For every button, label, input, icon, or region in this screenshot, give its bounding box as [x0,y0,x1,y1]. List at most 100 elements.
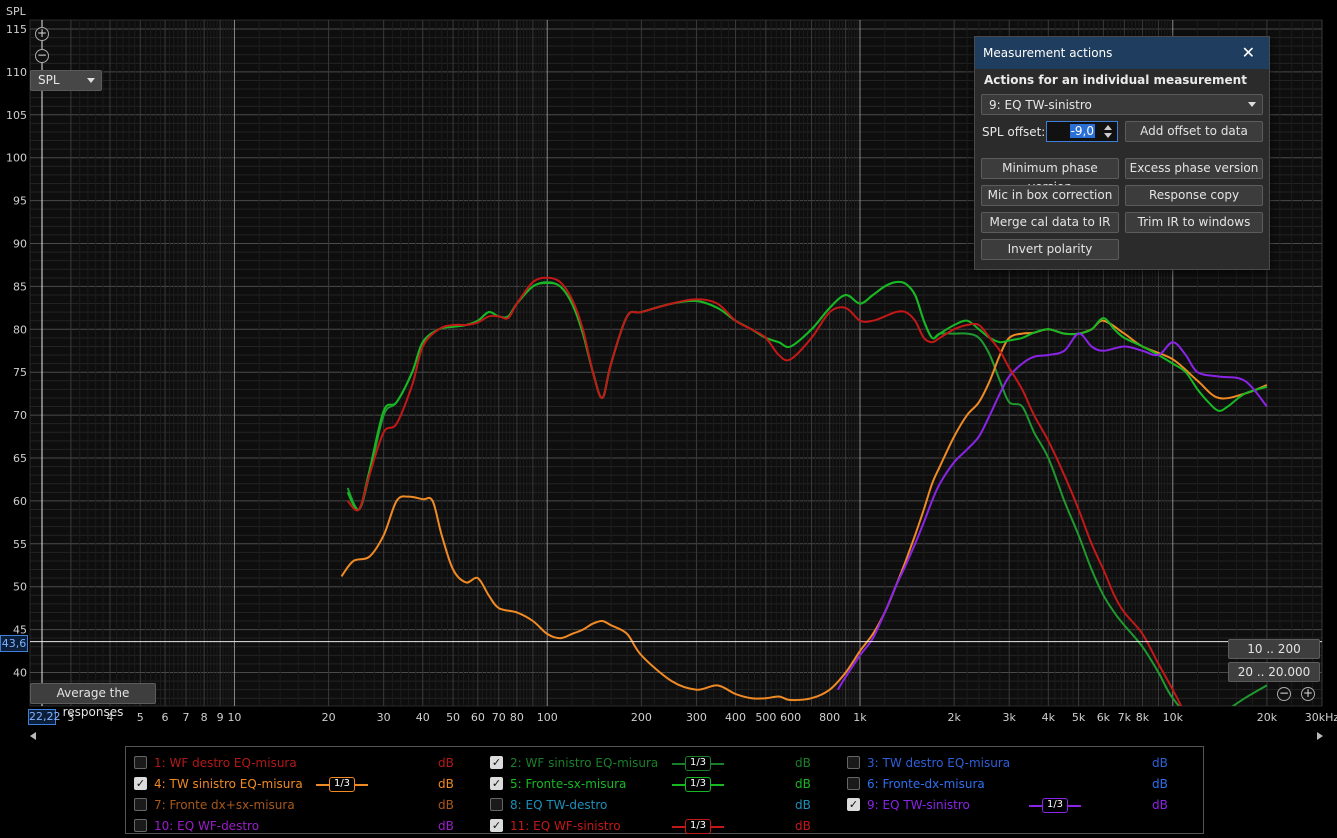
spl-offset-value: -9,0 [1069,124,1095,138]
checkbox[interactable]: ✓ [134,777,147,790]
checkbox[interactable] [847,777,860,790]
y-tick-label: 60 [13,495,27,508]
x-tick-label: 10k [1163,711,1184,724]
smoothing-indicator[interactable]: 1/3 [672,819,724,834]
close-icon[interactable]: ✕ [1242,43,1255,62]
checkbox[interactable] [490,798,503,811]
merge-cal-button[interactable]: Merge cal data to IR [981,212,1119,233]
spl-select[interactable]: SPL [30,70,102,91]
checkbox[interactable]: ✓ [490,756,503,769]
legend-label: 3: TW destro EQ-misura [867,756,1011,770]
unit-label: dB [438,798,454,812]
zoom-out-x-icon[interactable]: − [1277,687,1291,701]
spin-up-icon[interactable] [1104,125,1112,130]
zoom-in-icon[interactable]: + [35,27,49,41]
y-tick-labels: 115110105100959085807570656055504540 [6,23,27,680]
range-20-20000-button[interactable]: 20 .. 20.000 [1228,662,1320,682]
smoothing-indicator[interactable]: 1/3 [672,756,724,771]
legend-label: 8: EQ TW-destro [510,798,608,812]
x-tick-label: 500 [755,711,776,724]
x-tick-label: 5k [1072,711,1086,724]
unit-label: dB [795,798,811,812]
legend-label: 11: EQ WF-sinistro [510,819,621,833]
y-tick-label: 55 [13,538,27,551]
x-tick-label: 7 [182,711,189,724]
panel-titlebar[interactable]: Measurement actions ✕ [975,37,1269,69]
add-offset-button[interactable]: Add offset to data [1125,121,1263,142]
spin-buttons[interactable] [1102,123,1114,140]
measurement-select[interactable]: 9: EQ TW-sinistro [981,94,1263,115]
x-tick-label: 50 [446,711,460,724]
y-tick-label: 100 [6,152,27,165]
unit-label: dB [1152,777,1168,791]
legend-label: 9: EQ TW-sinistro [867,798,970,812]
x-tick-label: 600 [780,711,801,724]
unit-label: dB [795,756,811,770]
y-tick-label: 110 [6,66,27,79]
legend-label: 4: TW sinistro EQ-misura [154,777,303,791]
x-tick-label: 10 [227,711,241,724]
invert-polarity-button[interactable]: Invert polarity [981,239,1119,260]
trim-ir-button[interactable]: Trim IR to windows [1125,212,1263,233]
scroll-right-icon[interactable] [1317,732,1323,740]
unit-label: dB [1152,798,1168,812]
smoothing-label: 1/3 [329,777,355,792]
unit-label: dB [438,819,454,833]
x-tick-label: 300 [686,711,707,724]
x-cursor-readout: 22,22 [28,709,61,725]
x-tick-label: 40 [416,711,430,724]
x-tick-label: 100 [537,711,558,724]
x-tick-label: 200 [631,711,652,724]
x-tick-label: 60 [471,711,485,724]
range-10-200-button[interactable]: 10 .. 200 [1228,639,1320,659]
x-tick-label: 8 [201,711,208,724]
checkbox[interactable]: ✓ [490,777,503,790]
checkbox[interactable]: ✓ [490,819,503,832]
x-tick-label: 9 [217,711,224,724]
scroll-track[interactable] [42,731,1311,741]
legend-label: 7: Fronte dx+sx-misura [154,798,295,812]
smoothing-label: 1/3 [685,819,711,834]
horizontal-scrollbar[interactable] [30,729,1323,743]
legend-label: 10: EQ WF-destro [154,819,260,833]
excess-phase-button[interactable]: Excess phase version [1125,158,1263,179]
mic-in-box-button[interactable]: Mic in box correction [981,185,1119,206]
smoothing-indicator[interactable]: 1/3 [1029,798,1081,813]
legend-label: 5: Fronte-sx-misura [510,777,627,791]
average-responses-button[interactable]: Average the responses [30,683,156,719]
x-tick-label: 800 [819,711,840,724]
checkbox[interactable] [134,798,147,811]
spl-offset-input[interactable]: -9,0 [1046,121,1118,142]
x-tick-label: 30 [377,711,391,724]
x-tick-label: 1k [853,711,867,724]
x-tick-label: 3k [1003,711,1017,724]
x-tick-label: 2k [947,711,961,724]
y-axis-title: SPL [6,5,27,18]
panel-title: Measurement actions [983,46,1113,60]
x-tick-label: 80 [510,711,524,724]
scroll-left-icon[interactable] [30,732,36,740]
response-copy-button[interactable]: Response copy [1125,185,1263,206]
smoothing-label: 1/3 [685,756,711,771]
measurement-legend: 1: WF destro EQ-misura dB ✓ 2: WF sinist… [125,746,1204,834]
checkbox[interactable] [847,756,860,769]
smoothing-indicator[interactable]: 1/3 [316,777,368,792]
y-tick-label: 95 [13,195,27,208]
checkbox[interactable] [134,819,147,832]
y-tick-label: 70 [13,409,27,422]
y-tick-label: 90 [13,238,27,251]
x-tick-label: 400 [725,711,746,724]
smoothing-label: 1/3 [1042,798,1068,813]
zoom-in-x-icon[interactable]: + [1301,687,1315,701]
x-tick-label: 70 [492,711,506,724]
checkbox[interactable]: ✓ [847,798,860,811]
y-tick-label: 75 [13,366,27,379]
x-tick-label: 7k [1118,711,1132,724]
smoothing-indicator[interactable]: 1/3 [672,777,724,792]
y-tick-label: 105 [6,109,27,122]
spin-down-icon[interactable] [1104,133,1112,138]
checkbox[interactable] [134,756,147,769]
minimum-phase-button[interactable]: Minimum phase version [981,158,1119,194]
measurement-select-value: 9: EQ TW-sinistro [989,98,1092,112]
zoom-out-icon[interactable]: − [35,49,49,63]
